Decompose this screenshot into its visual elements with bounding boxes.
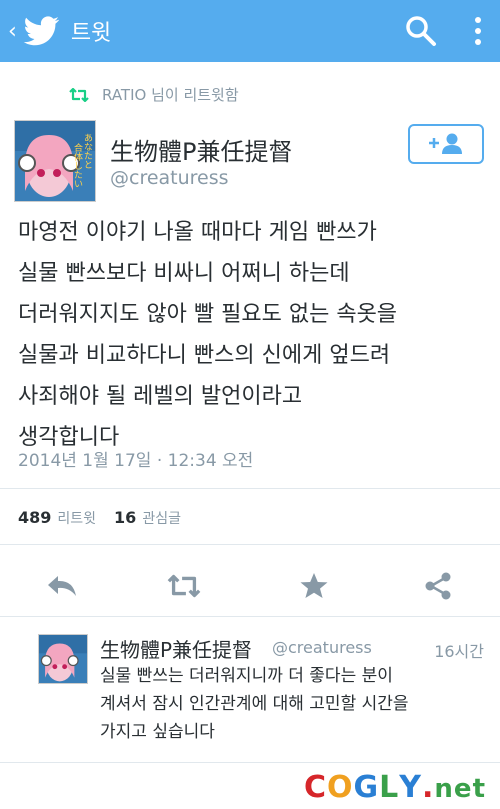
search-icon[interactable] xyxy=(404,14,438,48)
favorite-label[interactable]: 관심글 xyxy=(142,508,181,528)
reply-avatar[interactable] xyxy=(38,634,88,684)
retweet-icon xyxy=(167,574,201,598)
avatar-image: あなたと 合体したい xyxy=(15,121,95,201)
tweet-text: 마영전 이야기 나올 때마다 게임 빤쓰가 실물 빤쓰보다 비싸니 어쩌니 하는… xyxy=(18,212,488,458)
watermark-logo: C O G L Y . net xyxy=(304,770,486,805)
watermark-letter: C xyxy=(303,770,328,805)
divider xyxy=(0,616,500,617)
reply-text-line: 실물 빤쓰는 더러워지니까 더 좋다는 분이 xyxy=(100,666,393,686)
reply-timestamp: 16시간 xyxy=(434,642,484,661)
avatar[interactable]: あなたと 合体したい xyxy=(14,120,96,202)
more-vertical-icon[interactable] xyxy=(470,14,486,48)
page-title: 트윗 xyxy=(70,21,112,46)
reply-icon xyxy=(48,576,76,596)
tweet-text-line: 사죄해야 될 레벨의 발언이라고 xyxy=(18,384,303,409)
reply-text-line: 계셔서 잠시 인간관계에 대해 고민할 시간을 xyxy=(100,694,409,714)
follow-button[interactable] xyxy=(408,124,484,164)
favorite-count[interactable]: 16 xyxy=(114,508,136,527)
reply-text-line: 가지고 싶습니다 xyxy=(100,722,215,742)
tweet-text-line: 실물 빤쓰보다 비싸니 어쩌니 하는데 xyxy=(18,261,350,286)
tweet-stats: 489 리트윗 16 관심글 xyxy=(18,508,199,528)
top-app-bar: ‹ 트윗 xyxy=(0,0,500,62)
favorite-star-icon xyxy=(300,573,328,598)
tweet-timestamp: 2014년 1월 17일 · 12:34 오전 xyxy=(18,451,254,471)
retweet-label[interactable]: 리트윗 xyxy=(57,508,96,528)
tweet-actions xyxy=(0,560,500,610)
back-button[interactable]: ‹ xyxy=(8,19,17,44)
author-handle[interactable]: @creaturess xyxy=(110,167,229,189)
avatar-image xyxy=(39,635,87,683)
avatar-text-2: 合体したい xyxy=(72,142,83,188)
watermark-letter: O xyxy=(327,770,354,805)
author-name[interactable]: 生物體P兼任提督 xyxy=(110,132,292,167)
reply-button[interactable] xyxy=(44,568,80,604)
divider xyxy=(0,762,500,763)
watermark-dot: . xyxy=(422,770,435,805)
divider xyxy=(0,488,500,489)
retweet-context[interactable]: RATIO 님이 리트윗함 xyxy=(68,84,239,105)
divider xyxy=(0,544,500,545)
retweet-count[interactable]: 489 xyxy=(18,508,51,527)
watermark-letter: Y xyxy=(399,770,423,805)
tweet-text-line: 실물과 비교하다니 빤스의 신에게 엎드려 xyxy=(18,343,391,368)
twitter-bird-icon xyxy=(23,16,59,46)
avatar-text-1: あなたと xyxy=(82,133,93,169)
tweet-text-line: 마영전 이야기 나올 때마다 게임 빤쓰가 xyxy=(18,220,377,245)
watermark-letter: L xyxy=(379,770,400,805)
share-icon xyxy=(425,572,451,600)
watermark-suffix: net xyxy=(434,774,486,804)
favorite-button[interactable] xyxy=(296,568,332,604)
share-button[interactable] xyxy=(420,568,456,604)
tweet-text-line: 더러워지지도 않아 빨 필요도 없는 속옷을 xyxy=(18,302,398,327)
retweet-button[interactable] xyxy=(166,568,202,604)
add-user-icon xyxy=(429,133,462,154)
retweet-icon xyxy=(69,87,89,102)
reply-author-handle[interactable]: @creaturess xyxy=(272,638,372,657)
retweet-context-text: RATIO 님이 리트윗함 xyxy=(102,86,239,104)
reply-text: 실물 빤쓰는 더러워지니까 더 좋다는 분이 계셔서 잠시 인간관계에 대해 고… xyxy=(100,662,490,746)
watermark-letter: G xyxy=(353,770,380,805)
reply-author-name[interactable]: 生物體P兼任提督 xyxy=(100,634,252,663)
